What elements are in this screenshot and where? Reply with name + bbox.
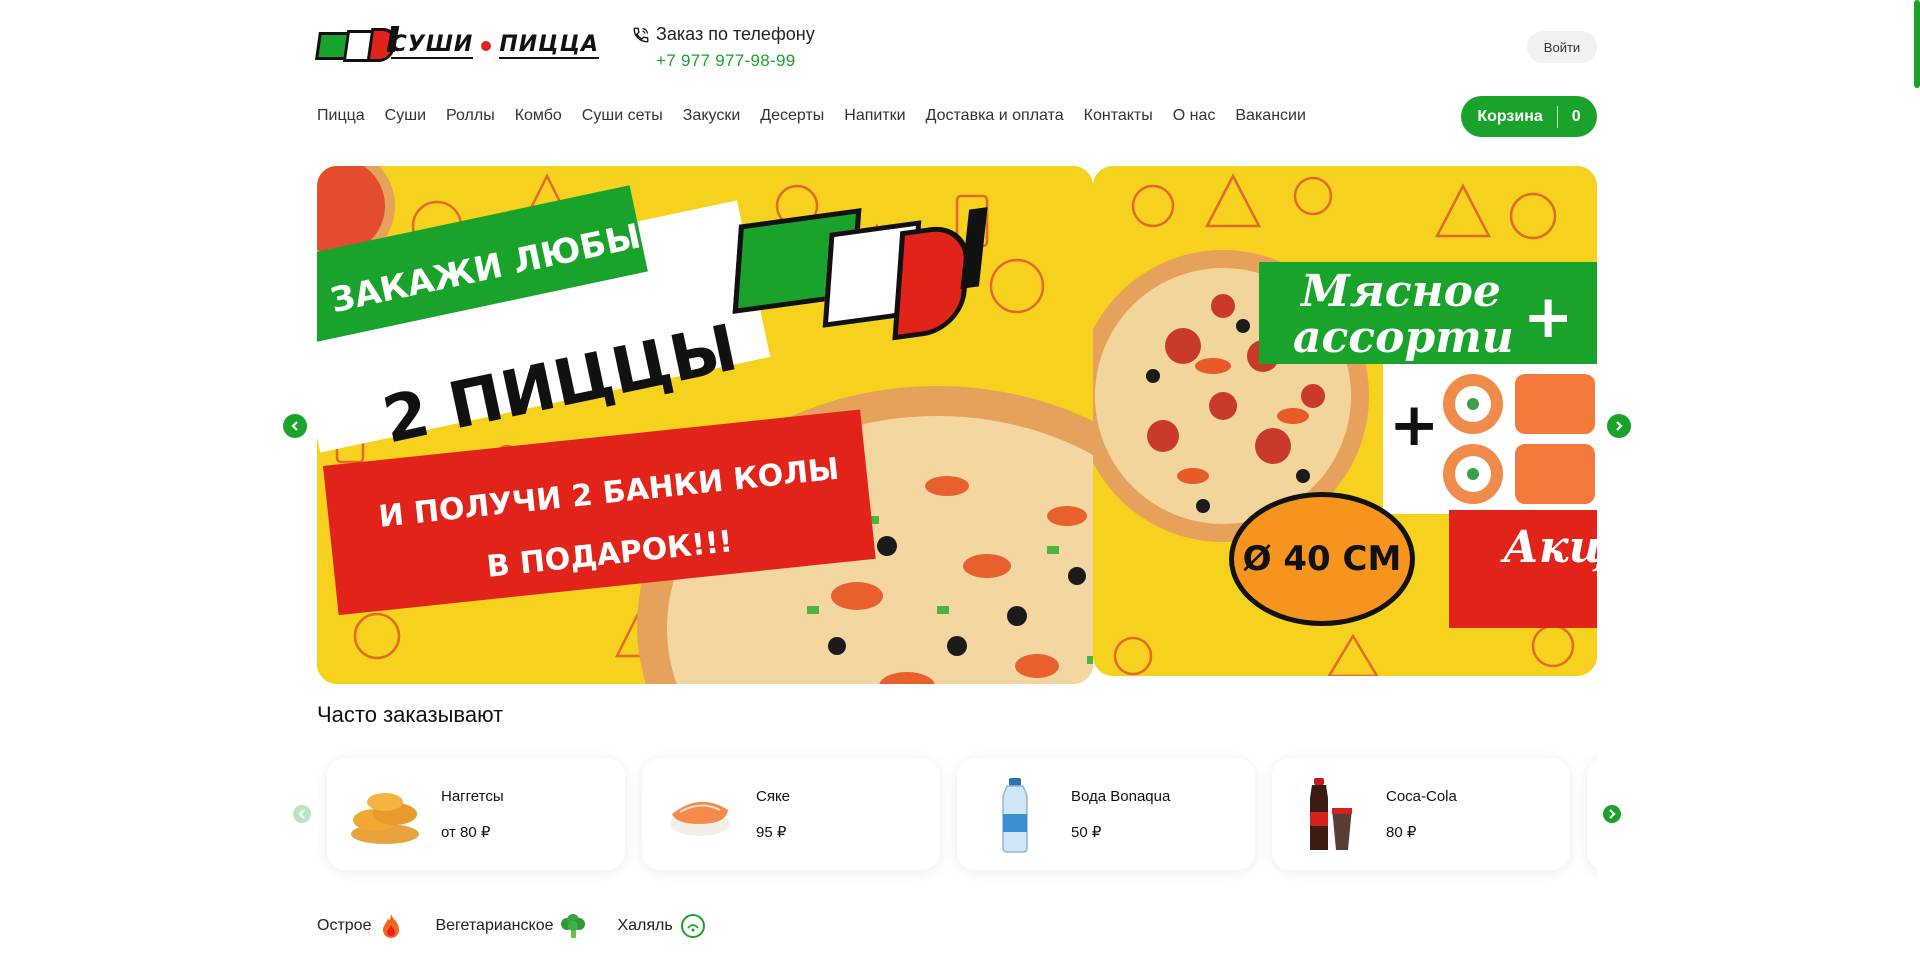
cart-button[interactable]: Корзина 0 — [1461, 96, 1597, 137]
chevron-right-icon — [1609, 809, 1616, 819]
product-card-coca-cola[interactable]: Coca-Cola 80 ₽ — [1272, 758, 1570, 870]
nav-item-about[interactable]: О нас — [1173, 104, 1216, 128]
nuggets-image — [351, 793, 419, 844]
phone-block: Заказ по телефону +7 977 977-98-99 — [632, 24, 815, 71]
nav-item-sushi[interactable]: Суши — [385, 104, 426, 128]
water-bottle-image — [1002, 778, 1028, 853]
salmon-nigiri-image — [670, 801, 730, 836]
plus-icon: + — [1523, 282, 1574, 352]
product-card-info: Coca-Cola 80 ₽ — [1386, 788, 1457, 841]
logo-tagline: СУШИ ПИЦЦА — [390, 32, 599, 59]
product-name: Вода Bonaqua — [1071, 787, 1171, 805]
main-nav: Пицца Суши Роллы Комбо Суши сеты Закуски… — [317, 104, 1326, 128]
page-scrollbar-thumb[interactable] — [1914, 0, 1920, 88]
slider-prev-button[interactable] — [283, 414, 307, 438]
nav-item-pizza[interactable]: Пицца — [317, 104, 365, 128]
product-price: 80 ₽ — [1386, 823, 1417, 841]
popular-next-button[interactable] — [1603, 805, 1621, 823]
halal-icon — [680, 914, 705, 938]
filter-halal[interactable]: Халяль — [617, 912, 706, 940]
popular-prev-button[interactable] — [293, 805, 311, 823]
chevron-left-icon — [291, 421, 298, 431]
nav-item-contacts[interactable]: Контакты — [1084, 104, 1153, 128]
product-card-info: Вода Bonaqua 50 ₽ — [1071, 788, 1170, 841]
cart-count: 0 — [1571, 107, 1581, 125]
logo-tagline-sushi: СУШИ — [390, 32, 474, 59]
nav-item-desserts[interactable]: Десерты — [760, 104, 824, 128]
popular-carousel: Наггетсы от 80 ₽ Сяке 95 ₽ Вода Bonaqua … — [317, 748, 1597, 882]
broccoli-icon — [561, 914, 586, 938]
plus-icon-2: + — [1389, 390, 1440, 460]
product-name: Наггетсы — [441, 787, 504, 805]
logo-dot — [481, 41, 492, 51]
phone-number-link[interactable]: +7 977 977-98-99 — [656, 51, 815, 71]
promo-meat-line-1: Мясное — [1301, 266, 1501, 317]
nav-item-combo[interactable]: Комбо — [515, 104, 562, 128]
nav-item-snacks[interactable]: Закуски — [683, 104, 741, 128]
product-card-info: Наггетсы от 80 ₽ — [441, 788, 504, 841]
filter-label: Острое — [317, 917, 372, 934]
product-name: Сяке — [756, 787, 791, 805]
product-name: Coca-Cola — [1386, 787, 1457, 805]
product-price: от 80 ₽ — [441, 823, 491, 841]
phone-label: Заказ по телефону — [632, 24, 815, 45]
cola-bottle-image — [1310, 778, 1352, 850]
chevron-left-icon — [298, 809, 305, 819]
nav-item-drinks[interactable]: Напитки — [844, 104, 905, 128]
sushi-rolls-image — [1443, 374, 1595, 504]
slider-next-button[interactable] — [1607, 414, 1631, 438]
logo[interactable]: СУШИ ПИЦЦА — [315, 26, 599, 66]
product-card-info: Сяке 95 ₽ — [756, 788, 790, 841]
product-price: 50 ₽ — [1071, 823, 1102, 841]
product-card-syake[interactable]: Сяке 95 ₽ — [642, 758, 940, 870]
header: СУШИ ПИЦЦА Заказ по телефону +7 977 977-… — [315, 24, 1597, 72]
logo-mark — [315, 26, 400, 66]
nav-item-rolls[interactable]: Роллы — [446, 104, 495, 128]
product-card-partial[interactable] — [1587, 758, 1597, 870]
phone-label-text: Заказ по телефону — [656, 24, 815, 44]
nav-item-delivery[interactable]: Доставка и оплата — [926, 104, 1064, 128]
logo-tagline-pizza: ПИЦЦА — [499, 32, 599, 59]
page-container: СУШИ ПИЦЦА Заказ по телефону +7 977 977-… — [283, 0, 1631, 962]
dietary-filters: Острое Вегетарианское Халяль — [317, 912, 737, 940]
nav-item-vacancies[interactable]: Вакансии — [1235, 104, 1306, 128]
promo-slide-meat-assorti[interactable]: Мясное ассорти + + Ø 40 СМ Акц — [1093, 166, 1597, 676]
chevron-right-icon — [1616, 421, 1623, 431]
popular-section-title: Часто заказывают — [317, 702, 504, 727]
nav-item-sushi-sets[interactable]: Суши сеты — [582, 104, 663, 128]
promo-tag-text: Акц — [1503, 522, 1597, 573]
promo-slide-two-pizzas[interactable]: ЗАКАЖИ ЛЮБЫЕ 2 ПИЦЦЫ И ПОЛУЧИ 2 БАНКИ КО… — [317, 166, 1093, 684]
cart-label: Корзина — [1477, 105, 1558, 128]
size-badge-text: Ø 40 СМ — [1242, 539, 1402, 579]
filter-label: Вегетарианское — [435, 917, 554, 934]
filter-vegetarian[interactable]: Вегетарианское — [435, 912, 587, 940]
filter-label: Халяль — [617, 917, 673, 934]
product-card-bonaqua[interactable]: Вода Bonaqua 50 ₽ — [957, 758, 1255, 870]
promo-meat-line-2: ассорти — [1293, 312, 1514, 363]
flame-icon — [383, 914, 400, 938]
filter-spicy[interactable]: Острое — [317, 912, 405, 940]
promo-logo — [732, 196, 1007, 346]
product-price: 95 ₽ — [756, 823, 787, 841]
size-badge: Ø 40 СМ — [1229, 492, 1415, 626]
login-button[interactable]: Войти — [1527, 31, 1597, 63]
product-card-nuggets[interactable]: Наггетсы от 80 ₽ — [327, 758, 625, 870]
promo-slider: ЗАКАЖИ ЛЮБЫЕ 2 ПИЦЦЫ И ПОЛУЧИ 2 БАНКИ КО… — [317, 166, 1597, 684]
phone-icon — [633, 27, 649, 42]
